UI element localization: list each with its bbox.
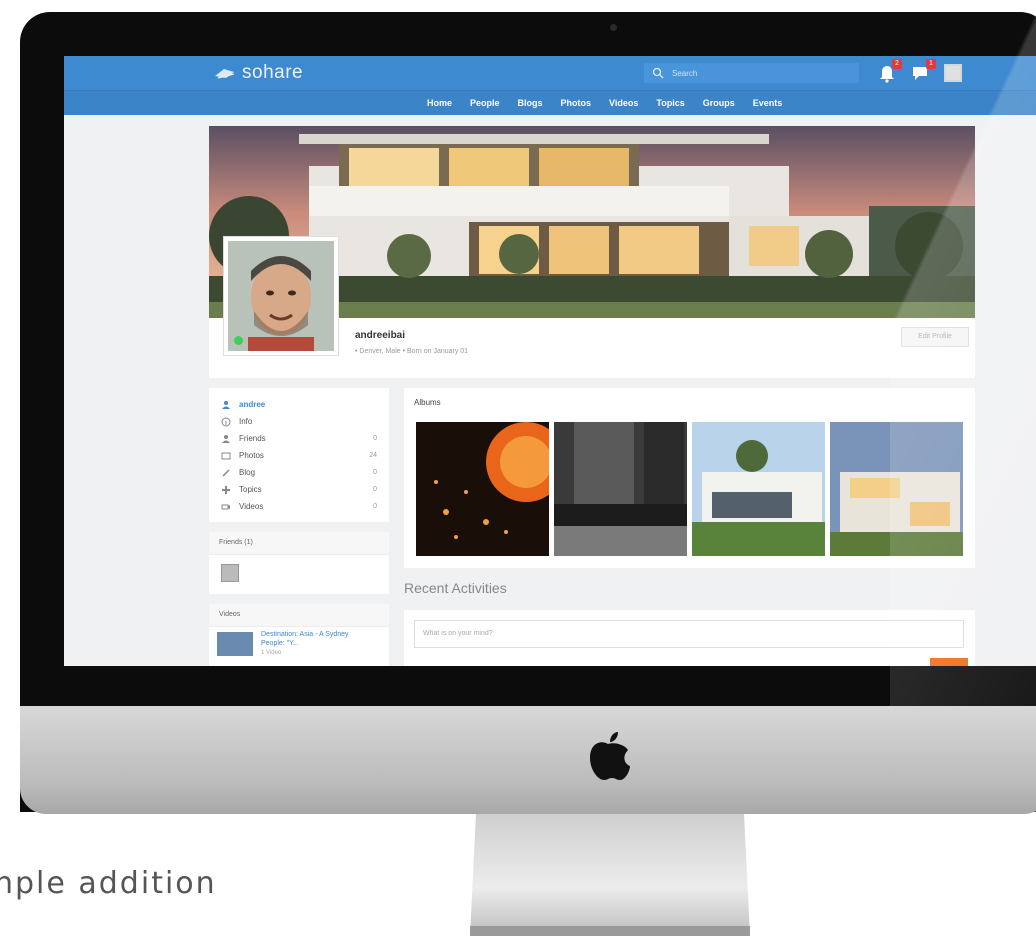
menu-item-label: Friends (239, 434, 266, 443)
friends-widget: Friends (1) (209, 532, 389, 594)
menu-item-label: andree (239, 400, 266, 409)
menu-item-label: Blog (239, 468, 256, 477)
nav-item-photos[interactable]: Photos (552, 91, 601, 115)
notification-badge: 2 (892, 59, 902, 69)
menu-item-photos[interactable]: Photos 24 (221, 447, 377, 464)
album-thumbnail-house-dusk[interactable] (830, 422, 963, 556)
nav-items: Home People Blogs Photos Videos Topics G… (418, 91, 791, 115)
nav-item-videos[interactable]: Videos (600, 91, 647, 115)
apple-logo-icon (590, 732, 630, 780)
menu-item-count: 0 (373, 469, 377, 476)
user-icon (222, 400, 230, 409)
menu-item-friends[interactable]: Friends 0 (221, 430, 377, 447)
nav-item-people[interactable]: People (461, 91, 509, 115)
menu-item-count: 0 (373, 486, 377, 493)
pencil-icon (222, 468, 230, 477)
album-thumbnail-radio-city[interactable] (554, 422, 687, 556)
profile-photo[interactable] (223, 236, 339, 356)
menu-item-videos[interactable]: Videos 0 (221, 498, 377, 515)
recent-activities-title: Recent Activities (404, 580, 507, 596)
menu-item-label: Photos (239, 451, 264, 460)
friends-icon (222, 434, 230, 443)
edit-profile-button[interactable]: Edit Profile (901, 327, 969, 347)
video-title-link[interactable]: Destination: Asia - A Sydney People: "Y.… (261, 630, 371, 648)
caption-text: nple addition (0, 866, 217, 901)
app-name: sohare (242, 62, 304, 83)
menu-item-profile[interactable]: andree (221, 396, 377, 413)
album-thumbnail-lanterns[interactable] (416, 422, 549, 556)
nav-item-blogs[interactable]: Blogs (509, 91, 552, 115)
messages-button[interactable]: 1 (910, 59, 936, 84)
imac-monitor: sohare 2 (20, 12, 1036, 812)
monitor-stand (470, 814, 750, 936)
info-icon (221, 417, 231, 426)
top-icons: 2 1 (876, 59, 966, 84)
menu-item-topics[interactable]: Topics 0 (221, 481, 377, 498)
nav-item-home[interactable]: Home (418, 91, 461, 115)
profile-meta: • Denver, Male • Born on January 01 (355, 348, 469, 355)
profile-menu-list: andree Info Friends 0 Photos 24 Blog 0 T… (209, 388, 389, 515)
profile-avatar-image (228, 241, 334, 351)
menu-item-label: Topics (239, 485, 262, 494)
avatar (944, 64, 962, 82)
message-badge: 1 (926, 59, 936, 69)
screen: sohare 2 (64, 56, 1036, 666)
photo-icon (221, 452, 231, 459)
menu-item-label: Info (239, 417, 253, 426)
search-box[interactable] (644, 63, 859, 83)
notifications-button[interactable]: 2 (876, 59, 902, 84)
profile-name: andreeibai (355, 330, 406, 341)
nav-item-events[interactable]: Events (744, 91, 792, 115)
albums-title: Albums (414, 398, 441, 407)
app-topbar: sohare 2 (64, 56, 1036, 90)
nav-item-topics[interactable]: Topics (647, 91, 693, 115)
logo-icon (215, 69, 235, 79)
friend-avatar[interactable] (221, 564, 239, 582)
menu-item-count: 0 (373, 503, 377, 510)
user-menu-button[interactable] (944, 62, 966, 84)
topics-icon (222, 485, 230, 494)
status-input[interactable]: What is on your mind? (414, 620, 964, 648)
videos-widget-title: Videos (209, 604, 389, 627)
share-button[interactable] (930, 658, 968, 666)
video-icon (221, 504, 230, 509)
online-status-dot (234, 336, 243, 345)
search-input[interactable] (670, 67, 834, 79)
monitor-chin (20, 706, 1036, 814)
menu-item-count: 0 (373, 435, 377, 442)
search-icon (652, 67, 664, 79)
video-thumbnail[interactable] (217, 632, 253, 656)
menu-item-count: 24 (369, 452, 377, 459)
album-thumbnail-house-day[interactable] (692, 422, 825, 556)
albums-widget: Albums (404, 388, 975, 568)
nav-item-groups[interactable]: Groups (694, 91, 744, 115)
camera-dot (610, 24, 617, 31)
app-logo[interactable]: sohare (214, 62, 303, 84)
profile-header: andreeibai • Denver, Male • Born on Janu… (209, 126, 975, 378)
menu-item-label: Videos (239, 502, 264, 511)
menu-item-blog[interactable]: Blog 0 (221, 464, 377, 481)
menu-item-info[interactable]: Info (221, 413, 377, 430)
videos-widget: Videos Destination: Asia - A Sydney Peop… (209, 604, 389, 666)
activity-composer: What is on your mind? (404, 610, 975, 666)
video-meta: 1 Video (261, 650, 282, 656)
profile-menu: andree Info Friends 0 Photos 24 Blog 0 T… (209, 388, 389, 522)
main-nav: Home People Blogs Photos Videos Topics G… (64, 90, 1036, 115)
friends-widget-title: Friends (1) (209, 532, 389, 555)
